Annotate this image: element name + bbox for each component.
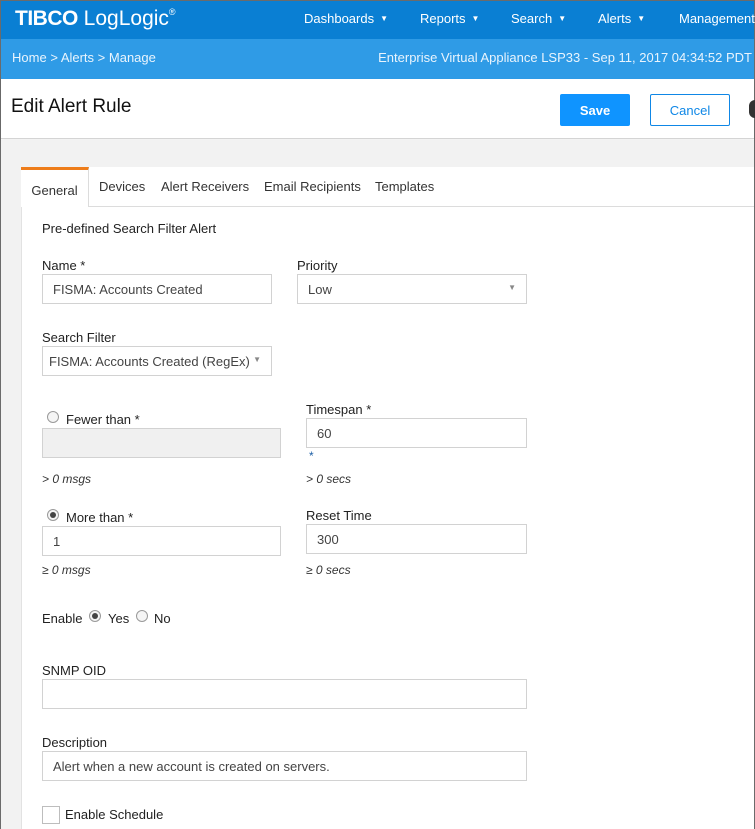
reset-time-label: Reset Time: [306, 508, 372, 523]
tab-general[interactable]: General: [21, 167, 89, 207]
user-menu-icon[interactable]: [749, 100, 755, 118]
cancel-button[interactable]: Cancel: [650, 94, 730, 126]
enable-yes-label: Yes: [108, 611, 130, 626]
tibco-loglogic-logo[interactable]: TIBCO LogLogic®: [15, 7, 176, 31]
enable-no-radio[interactable]: [136, 610, 148, 622]
form-panel: [21, 167, 754, 829]
priority-label: Priority: [297, 258, 338, 273]
logo-o-glyph: O: [62, 7, 78, 30]
timespan-hint: > 0 secs: [306, 472, 352, 486]
search-filter-label: Search Filter: [42, 330, 116, 345]
fewer-than-label: Fewer than *: [66, 412, 140, 427]
breadcrumb-bar: Home > Alerts > Manage Enterprise Virtua…: [1, 39, 754, 79]
breadcrumb: Home > Alerts > Manage: [12, 50, 156, 65]
chevron-down-icon: ▼: [380, 14, 389, 23]
enable-schedule-checkbox[interactable]: [42, 806, 60, 824]
tab-email-recipients[interactable]: Email Recipients: [264, 179, 361, 194]
breadcrumb-separator: >: [97, 50, 106, 65]
save-button[interactable]: Save: [560, 94, 630, 126]
tab-alert-receivers[interactable]: Alert Receivers: [161, 179, 249, 194]
description-label: Description: [42, 735, 108, 750]
more-than-input[interactable]: 1: [42, 526, 281, 556]
logo-product-text: LogLogic: [77, 7, 169, 30]
name-input[interactable]: FISMA: Accounts Created: [42, 274, 272, 304]
nav-management[interactable]: Management: [679, 11, 755, 26]
priority-select[interactable]: Low ▼: [297, 274, 527, 304]
name-label: Name *: [42, 258, 86, 273]
tab-templates[interactable]: Templates: [375, 179, 434, 194]
page-header: Edit Alert Rule Save Cancel: [1, 79, 755, 139]
nav-reports[interactable]: Reports ▼: [420, 11, 479, 26]
timespan-input[interactable]: 60: [306, 418, 527, 448]
reset-time-hint: ≥ 0 secs: [306, 563, 351, 577]
priority-value: Low: [308, 282, 332, 297]
timespan-label: Timespan *: [306, 402, 372, 417]
nav-management-label: Management: [679, 11, 755, 26]
more-than-hint: ≥ 0 msgs: [42, 563, 91, 577]
page-title: Edit Alert Rule: [11, 96, 132, 117]
nav-search-label: Search: [511, 11, 553, 26]
enable-schedule-label: Enable Schedule: [65, 807, 164, 822]
reset-time-input[interactable]: 300: [306, 524, 527, 554]
top-nav: TIBCO LogLogic® Dashboards ▼ Reports ▼ Sea…: [1, 1, 755, 39]
nav-dashboards-label: Dashboards: [304, 11, 375, 26]
breadcrumb-home[interactable]: Home: [12, 50, 47, 65]
chevron-down-icon: ▼: [253, 355, 261, 364]
enable-label: Enable: [42, 611, 83, 626]
more-than-radio[interactable]: [47, 509, 59, 521]
breadcrumb-manage: Manage: [108, 50, 156, 65]
description-input[interactable]: Alert when a new account is created on s…: [42, 751, 527, 781]
chevron-down-icon: ▼: [637, 14, 646, 23]
fewer-than-hint: > 0 msgs: [42, 472, 92, 486]
tab-devices[interactable]: Devices: [99, 179, 145, 194]
logo-registered-mark: ®: [168, 7, 176, 17]
nav-search[interactable]: Search ▼: [511, 11, 566, 26]
snmp-oid-input[interactable]: [42, 679, 527, 709]
fewer-than-radio[interactable]: [47, 411, 59, 423]
chevron-down-icon: ▼: [558, 14, 567, 23]
tab-bar: General Devices Alert Receivers Email Re…: [21, 167, 754, 207]
logo-tibco-text: TIBC: [15, 7, 63, 30]
section-title: Pre-defined Search Filter Alert: [42, 221, 217, 236]
breadcrumb-separator: >: [50, 50, 58, 65]
fewer-than-input[interactable]: [42, 428, 281, 458]
enable-yes-radio[interactable]: [89, 610, 101, 622]
timespan-required-marker: *: [309, 449, 314, 463]
chevron-down-icon: ▼: [508, 283, 516, 292]
nav-dashboards[interactable]: Dashboards ▼: [304, 11, 388, 26]
snmp-oid-label: SNMP OID: [42, 663, 107, 678]
nav-reports-label: Reports: [420, 11, 466, 26]
enable-no-label: No: [154, 611, 171, 626]
breadcrumb-alerts[interactable]: Alerts: [61, 50, 94, 65]
search-filter-value: FISMA: Accounts Created (RegEx): [49, 354, 250, 369]
chevron-down-icon: ▼: [471, 14, 480, 23]
nav-alerts-label: Alerts: [598, 11, 632, 26]
appliance-info: Enterprise Virtual Appliance LSP33 - Sep…: [378, 50, 752, 65]
search-filter-select[interactable]: FISMA: Accounts Created (RegEx) ▼: [42, 346, 272, 376]
more-than-label: More than *: [66, 510, 134, 525]
nav-alerts[interactable]: Alerts ▼: [598, 11, 645, 26]
